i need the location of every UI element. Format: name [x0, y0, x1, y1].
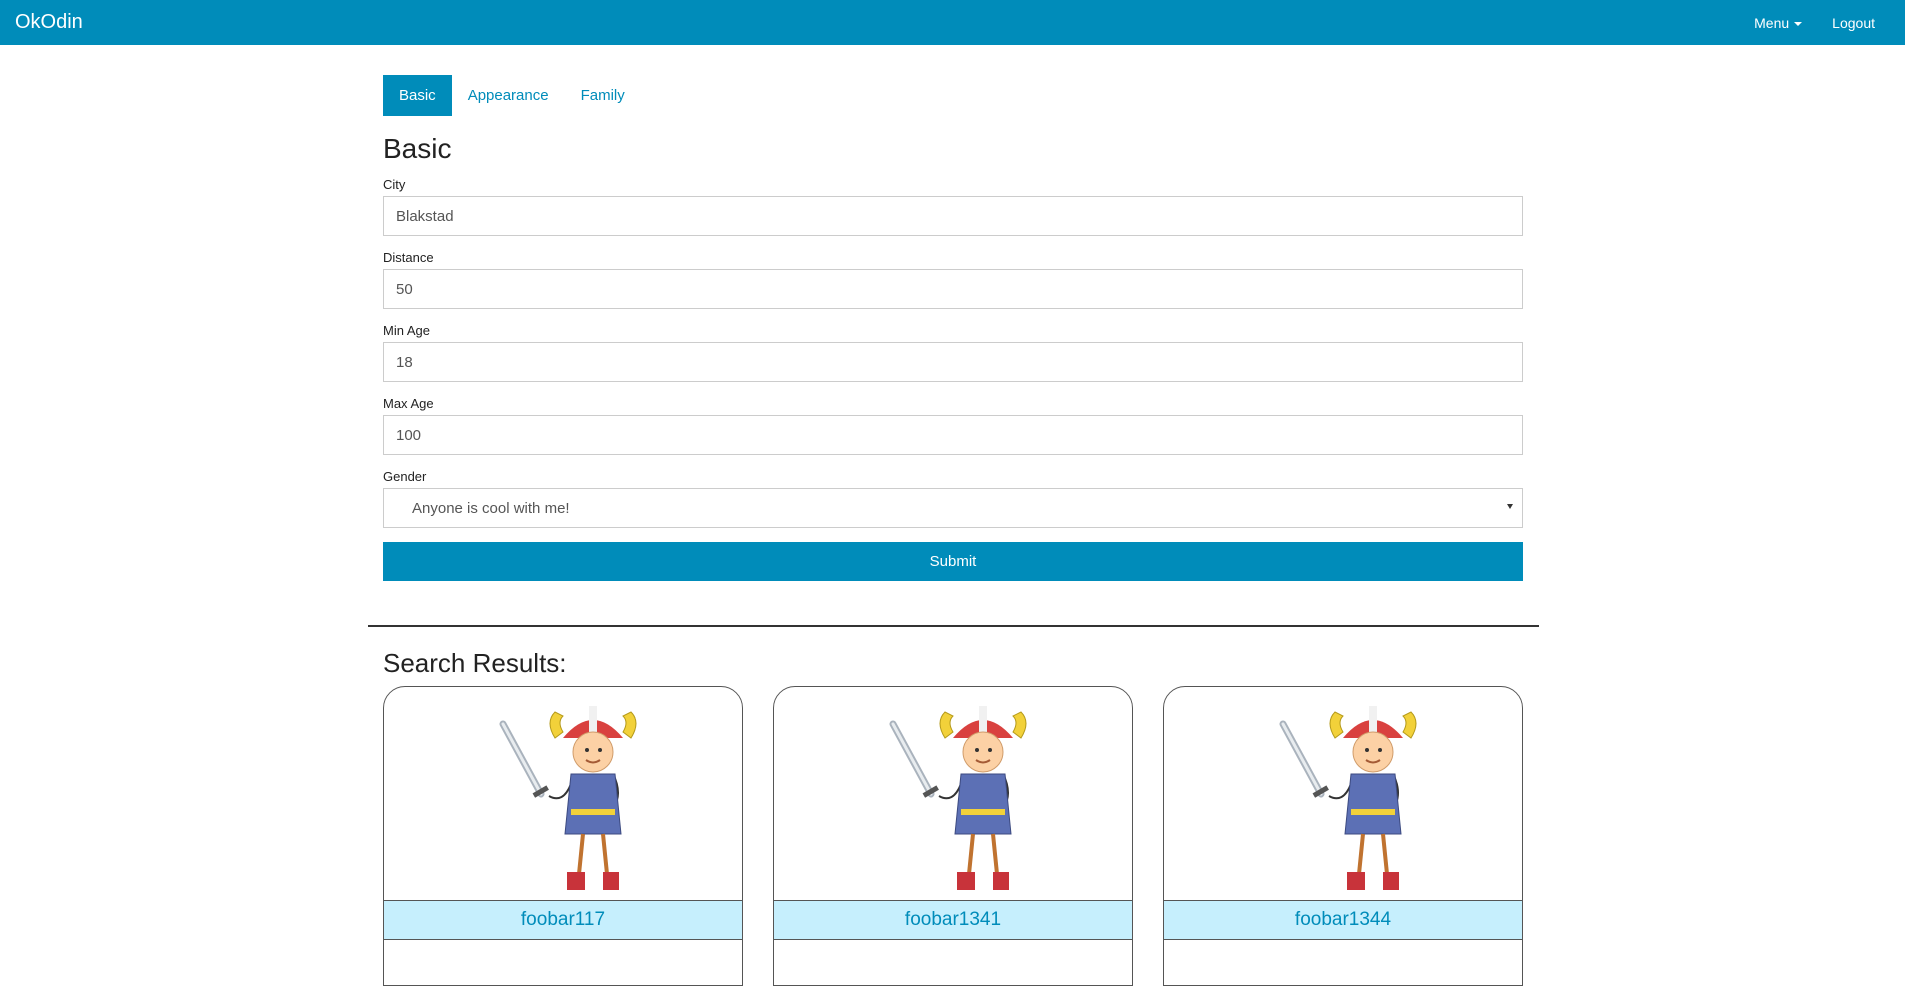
result-username[interactable]: foobar1341 — [774, 900, 1132, 940]
max-age-label: Max Age — [383, 396, 434, 411]
search-form-container: Basic Appearance Family Basic City Blaks… — [383, 75, 1523, 581]
min-age-label: Min Age — [383, 323, 430, 338]
viking-avatar-icon — [1279, 705, 1417, 890]
caret-down-icon — [1794, 21, 1803, 26]
select-arrow-icon — [1507, 504, 1513, 509]
result-username[interactable]: foobar117 — [384, 900, 742, 940]
tab-bar: Basic Appearance Family — [383, 75, 1523, 116]
max-age-input[interactable]: 100 — [383, 415, 1523, 455]
tab-basic[interactable]: Basic — [383, 75, 452, 116]
menu-label: Menu — [1754, 14, 1790, 31]
result-card[interactable]: foobar117 — [383, 686, 743, 986]
viking-avatar[interactable] — [1164, 687, 1522, 900]
tab-appearance[interactable]: Appearance — [452, 75, 565, 116]
city-group: City Blakstad — [383, 177, 1523, 236]
nav-right: Menu Logout — [1754, 15, 1890, 31]
menu-dropdown[interactable]: Menu — [1754, 14, 1803, 31]
distance-group: Distance 50 — [383, 250, 1523, 309]
min-age-input[interactable]: 18 — [383, 342, 1523, 382]
section-title: Basic — [383, 133, 452, 164]
max-age-group: Max Age 100 — [383, 396, 1523, 455]
city-input[interactable]: Blakstad — [383, 196, 1523, 236]
gender-group: Gender Anyone is cool with me! — [383, 469, 1523, 528]
gender-selected-value: Anyone is cool with me! — [412, 499, 570, 517]
top-navbar: OkOdin Menu Logout — [0, 0, 1905, 45]
tab-family[interactable]: Family — [565, 75, 641, 116]
section-divider — [368, 625, 1539, 627]
results-list: foobar117 foobar1341 foobar1344 — [383, 686, 1523, 986]
submit-button[interactable]: Submit — [383, 542, 1523, 581]
viking-avatar-icon — [889, 705, 1027, 890]
min-age-group: Min Age 18 — [383, 323, 1523, 382]
viking-avatar-icon — [499, 705, 637, 890]
distance-label: Distance — [383, 250, 434, 265]
brand-logo[interactable]: OkOdin — [15, 11, 83, 34]
gender-label: Gender — [383, 469, 427, 484]
distance-input[interactable]: 50 — [383, 269, 1523, 309]
results-title: Search Results: — [383, 648, 567, 678]
result-username[interactable]: foobar1344 — [1164, 900, 1522, 940]
logout-link[interactable]: Logout — [1832, 15, 1875, 31]
gender-select[interactable]: Anyone is cool with me! — [383, 488, 1523, 528]
viking-avatar[interactable] — [774, 687, 1132, 900]
viking-avatar[interactable] — [384, 687, 742, 900]
city-label: City — [383, 177, 406, 192]
result-card[interactable]: foobar1344 — [1163, 686, 1523, 986]
result-card[interactable]: foobar1341 — [773, 686, 1133, 986]
